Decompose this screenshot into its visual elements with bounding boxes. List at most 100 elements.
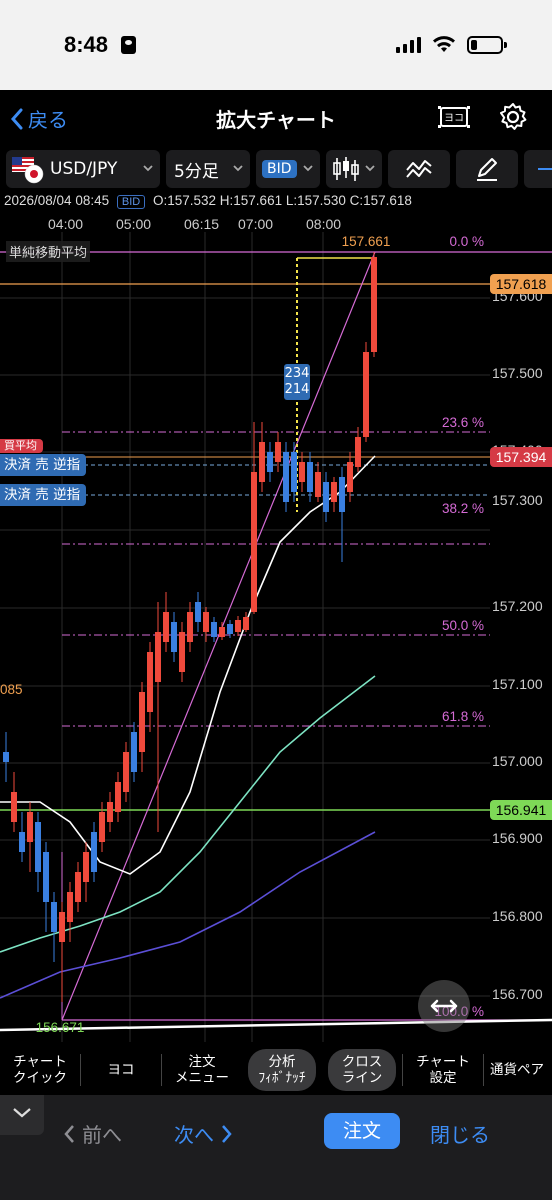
y-axis-label: 157.500 <box>492 365 543 381</box>
candle-body <box>171 622 177 652</box>
candlestick-icon <box>333 157 359 181</box>
crosshair-icon <box>538 168 552 170</box>
status-time: 8:48 <box>64 32 109 57</box>
left-value-label: 085 <box>0 682 23 697</box>
battery-icon <box>467 36 507 54</box>
candle-body <box>299 462 305 482</box>
order-button[interactable]: 注文 <box>324 1113 400 1149</box>
candle-body <box>251 472 257 612</box>
candle-body <box>355 437 361 467</box>
time-label: 07:00 <box>238 216 274 232</box>
resize-handle[interactable] <box>418 980 470 1032</box>
chart-menu: チャート クイック ヨコ 注文 メニュー 分析 ﾌｨﾎﾞﾅｯﾁ クロス ライン … <box>0 1045 552 1095</box>
candle-body <box>323 482 329 512</box>
y-axis-label: 156.900 <box>492 830 543 846</box>
pencil-icon <box>477 158 497 181</box>
candle-body <box>3 752 9 762</box>
draw-tool-button[interactable] <box>456 150 518 188</box>
stop-order-tag[interactable]: 決済 売 逆指 <box>0 484 87 506</box>
candle-body <box>75 872 81 902</box>
candle-body <box>291 452 297 492</box>
info-ohlc: O:157.532 H:157.661 L:157.530 C:157.618 <box>152 193 412 208</box>
y-axis-label: 156.800 <box>492 908 543 924</box>
price-type-select[interactable]: BID <box>256 150 320 188</box>
menu-order[interactable]: 注文 メニュー <box>162 1045 242 1095</box>
close-button[interactable]: 閉じる <box>430 1119 490 1148</box>
time-label: 05:00 <box>116 216 152 232</box>
menu-chart-quick[interactable]: チャート クイック <box>0 1045 80 1095</box>
candle-body <box>243 617 249 630</box>
us-jp-flag-icon <box>12 157 44 184</box>
time-label: 04:00 <box>48 216 84 232</box>
candle-body <box>131 732 137 772</box>
y-axis-label: 157.000 <box>492 753 543 769</box>
status-bar: 8:48 <box>0 0 552 90</box>
settings-button[interactable] <box>496 100 532 134</box>
timeframe-select[interactable]: 5分足 <box>166 150 250 188</box>
chart-type-select[interactable] <box>326 150 382 188</box>
candle-body <box>99 812 105 842</box>
chart-toolbar: USD/JPY 5分足 BID <box>0 148 552 190</box>
menu-chart-settings[interactable]: チャート 設定 <box>403 1045 483 1095</box>
crosshair-button[interactable] <box>524 150 552 188</box>
sma-short-line <box>0 455 376 875</box>
average-tag[interactable]: 買平均 <box>0 439 43 453</box>
next-label: 次へ <box>174 1123 214 1147</box>
y-axis-label: 156.700 <box>492 986 543 1002</box>
candle-body <box>371 257 377 352</box>
candle-body <box>347 462 353 492</box>
nav-bar: 戻る 拡大チャート ヨコ <box>0 90 552 145</box>
chevron-right-icon <box>222 1124 232 1143</box>
prev-button[interactable]: 前へ <box>62 1119 122 1148</box>
landscape-toggle-button[interactable]: ヨコ <box>436 100 472 134</box>
cellular-signal-icon <box>396 37 421 53</box>
candle-body <box>107 802 113 822</box>
y-axis-label: 157.300 <box>492 492 543 508</box>
chevron-down-icon <box>303 165 313 172</box>
fib-level-label: 61.8 % <box>441 709 484 724</box>
candle-body <box>163 612 169 642</box>
landscape-icon-text: ヨコ <box>444 113 464 124</box>
indicator-button[interactable] <box>388 150 450 188</box>
price-chart[interactable]: 04:00 05:00 06:15 07:00 08:00 単純移動平均 157… <box>0 212 552 1042</box>
candle-body <box>43 852 49 902</box>
time-label: 06:15 <box>184 216 220 232</box>
candle-body <box>339 477 345 512</box>
high-price-label: 157.661 <box>341 234 391 249</box>
candle-body <box>179 632 185 672</box>
menu-currency-pair[interactable]: 通貨ペア <box>484 1045 544 1095</box>
gear-icon <box>500 103 527 130</box>
horizontal-line-price-tag: 156.941 <box>490 800 552 820</box>
fib-level-label: 23.6 % <box>441 415 484 430</box>
candle-body <box>83 852 89 882</box>
candle-body <box>139 692 145 752</box>
prev-label: 前へ <box>82 1123 122 1147</box>
low-price-label: 156.671 <box>35 1020 85 1035</box>
next-button[interactable]: 次へ <box>174 1119 234 1148</box>
info-datetime: 2026/08/04 08:45 <box>4 193 110 208</box>
candle-body <box>219 627 225 637</box>
candle-body <box>275 442 281 462</box>
currency-pair-select[interactable]: USD/JPY <box>6 150 160 188</box>
candle-body <box>11 792 17 822</box>
candle-body <box>211 622 217 637</box>
bottom-bar: 前へ 次へ 注文 閉じる <box>0 1095 552 1200</box>
candle-body <box>59 912 65 942</box>
candle-body <box>315 472 321 497</box>
timeframe-value: 5分足 <box>174 161 219 182</box>
candle-body <box>195 602 201 622</box>
menu-landscape[interactable]: ヨコ <box>81 1045 161 1095</box>
candle-body <box>307 462 313 492</box>
candle-body <box>259 442 265 482</box>
chevron-down-icon <box>13 1108 31 1118</box>
menu-crossline[interactable]: クロス ライン <box>328 1049 396 1091</box>
count-marker[interactable]: 234 214 <box>284 364 310 400</box>
id-card-icon <box>121 36 136 54</box>
candle-body <box>187 612 193 642</box>
candle-body <box>147 652 153 712</box>
collapse-button[interactable] <box>0 1095 44 1135</box>
fib-level-label: 50.0 % <box>441 618 484 633</box>
back-button[interactable]: 戻る <box>10 104 68 133</box>
stop-order-tag[interactable]: 決済 売 逆指 <box>0 454 87 476</box>
menu-analysis-fibonacci[interactable]: 分析 ﾌｨﾎﾞﾅｯﾁ <box>248 1049 316 1091</box>
